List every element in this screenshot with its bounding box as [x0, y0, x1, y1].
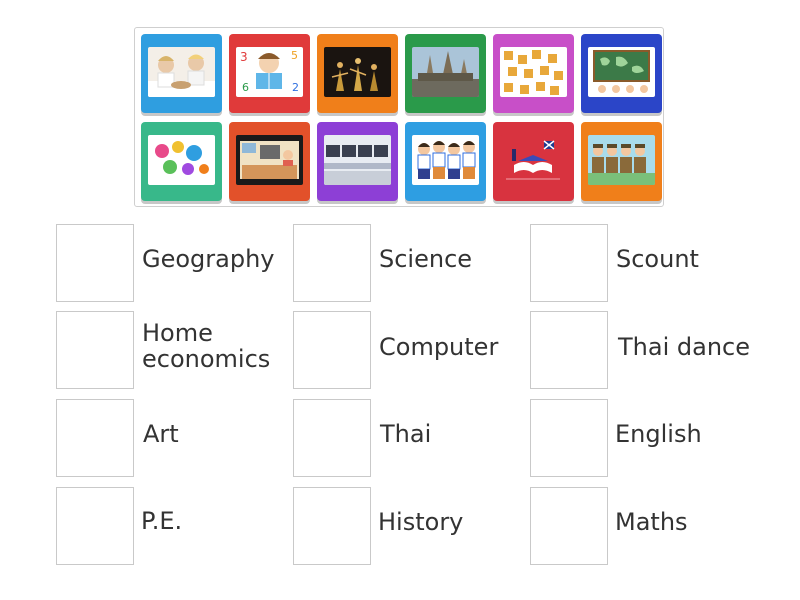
scouts-icon	[588, 135, 655, 185]
tile-ruins[interactable]	[405, 34, 486, 113]
target-label-english: English	[615, 420, 702, 448]
paint-splash-icon	[148, 135, 215, 185]
tile-letters[interactable]	[493, 34, 574, 113]
svg-text:5: 5	[291, 49, 298, 62]
tile-computer[interactable]	[317, 122, 398, 201]
target-label-scount: Scount	[616, 245, 699, 273]
tile-reading[interactable]: 3 5 6 2	[229, 34, 310, 113]
svg-text:6: 6	[242, 81, 249, 94]
tile-scouts[interactable]	[581, 122, 662, 201]
tile-tray: 3 5 6 2	[134, 27, 664, 207]
svg-text:3: 3	[240, 50, 248, 64]
kitchen-cartoon-icon	[236, 135, 303, 185]
drop-slot-scount[interactable]	[530, 224, 608, 302]
target-label-history: History	[378, 508, 464, 536]
target-label-home-economics: Home economics	[142, 319, 271, 373]
thai-students-icon	[412, 135, 479, 185]
drop-slot-thai-dance[interactable]	[530, 311, 608, 389]
drop-slot-history[interactable]	[293, 487, 371, 565]
target-label-science: Science	[379, 245, 473, 273]
drop-slot-science[interactable]	[293, 224, 371, 302]
ancient-temple-ruins-icon	[412, 47, 479, 97]
target-label-maths: Maths	[615, 508, 688, 536]
tile-dance[interactable]	[317, 34, 398, 113]
children-cooking-icon	[148, 47, 215, 97]
drop-slot-maths[interactable]	[530, 487, 608, 565]
world-map-classroom-icon	[588, 47, 655, 97]
tile-paint[interactable]	[141, 122, 222, 201]
child-reading-numbers-icon: 3 5 6 2	[236, 47, 303, 97]
target-label-computer: Computer	[379, 333, 499, 361]
computer-lab-icon	[324, 135, 391, 185]
target-label-geography: Geography	[142, 245, 275, 273]
drop-slot-home-economics[interactable]	[56, 311, 134, 389]
svg-text:2: 2	[292, 81, 299, 94]
thai-dancers-stage-icon	[324, 47, 391, 97]
scrabble-letters-icon	[500, 47, 567, 97]
target-label-thai: Thai	[380, 420, 432, 448]
tile-map[interactable]	[581, 34, 662, 113]
tile-cooking[interactable]	[141, 34, 222, 113]
tile-kitchen[interactable]	[229, 122, 310, 201]
tile-english[interactable]	[493, 122, 574, 201]
target-label-art: Art	[143, 420, 179, 448]
drop-slot-english[interactable]	[530, 399, 608, 477]
drop-slot-thai[interactable]	[293, 399, 371, 477]
drop-slot-pe[interactable]	[56, 487, 134, 565]
target-label-pe: P.E.	[141, 507, 183, 535]
drop-slot-geography[interactable]	[56, 224, 134, 302]
drop-slot-art[interactable]	[56, 399, 134, 477]
target-label-thai-dance: Thai dance	[618, 333, 750, 361]
tile-students[interactable]	[405, 122, 486, 201]
english-book-icon	[500, 135, 567, 185]
drop-slot-computer[interactable]	[293, 311, 371, 389]
